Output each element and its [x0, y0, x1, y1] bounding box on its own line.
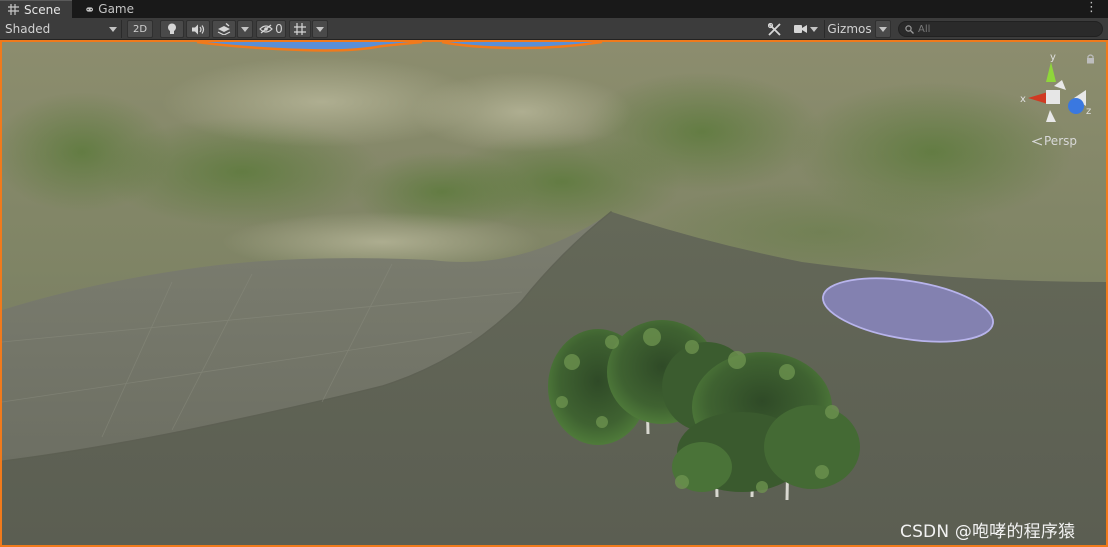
effects-dropdown[interactable] [237, 20, 253, 38]
lighting-toggle-button[interactable] [160, 20, 184, 38]
grid-snap-icon [294, 23, 306, 35]
grid-dropdown[interactable] [312, 20, 328, 38]
tab-bar: Scene Game ⋮ [0, 0, 1108, 18]
effects-toggle-button[interactable] [212, 20, 236, 38]
chevron-down-icon [316, 26, 324, 32]
tools-button[interactable] [762, 20, 786, 38]
y-axis-cone[interactable] [1046, 62, 1056, 82]
gizmos-label: Gizmos [827, 22, 872, 36]
center-cube[interactable] [1046, 90, 1060, 104]
search-icon [905, 24, 914, 34]
scene-viewport[interactable]: y x z Persp CSDN @咆哮的程序猿 [0, 40, 1108, 547]
gamepad-icon [86, 6, 94, 12]
y-axis-label: y [1050, 52, 1056, 63]
gizmos-dropdown[interactable] [875, 20, 891, 38]
audio-toggle-button[interactable] [186, 20, 210, 38]
hidden-count: 0 [275, 22, 283, 36]
toggle-2d-button[interactable]: 2D [127, 20, 153, 38]
grid-snapping-button[interactable] [289, 20, 311, 38]
watermark-text: CSDN @咆哮的程序猿 [900, 522, 1076, 542]
camera-icon [794, 25, 807, 33]
projection-label: Persp [1044, 134, 1077, 148]
x-axis-cone[interactable] [1028, 92, 1048, 104]
chevron-down-icon [879, 26, 887, 32]
tab-game-label: Game [98, 2, 134, 16]
z-axis-cone[interactable] [1068, 98, 1084, 114]
toggle-2d-label: 2D [132, 23, 148, 35]
scene-visibility-button[interactable]: 0 [256, 20, 286, 38]
chevron-down-icon [241, 26, 249, 32]
wrench-icon [767, 22, 781, 36]
terrain-render [2, 42, 1106, 545]
draw-mode-value: Shaded [5, 22, 51, 36]
camera-settings-dropdown[interactable] [790, 20, 822, 38]
layers-icon [217, 23, 231, 35]
chevron-down-icon [810, 26, 818, 32]
perspective-icon [1032, 136, 1042, 146]
lock-icon[interactable] [1086, 54, 1095, 64]
x-axis-label: x [1020, 94, 1026, 105]
draw-mode-dropdown[interactable]: Shaded [0, 20, 122, 38]
search-field[interactable] [898, 21, 1103, 37]
tab-scene-label: Scene [24, 2, 61, 17]
eye-hidden-icon [259, 24, 274, 34]
z-axis-label: z [1086, 106, 1091, 117]
scene-toolbar: Shaded 2D 0 Gizmos All [0, 18, 1108, 40]
projection-toggle[interactable]: Persp [1032, 134, 1077, 148]
grid-icon [8, 4, 19, 15]
neg-y-axis-cone[interactable] [1046, 110, 1056, 122]
gizmos-button[interactable]: Gizmos [824, 20, 874, 38]
tab-game[interactable]: Game [78, 0, 144, 18]
more-options-icon[interactable]: ⋮ [1085, 1, 1098, 15]
chevron-down-icon [109, 26, 117, 32]
search-input[interactable] [918, 23, 1088, 35]
tab-scene[interactable]: Scene [0, 0, 72, 18]
lightbulb-icon [168, 23, 176, 34]
speaker-icon [191, 24, 204, 34]
